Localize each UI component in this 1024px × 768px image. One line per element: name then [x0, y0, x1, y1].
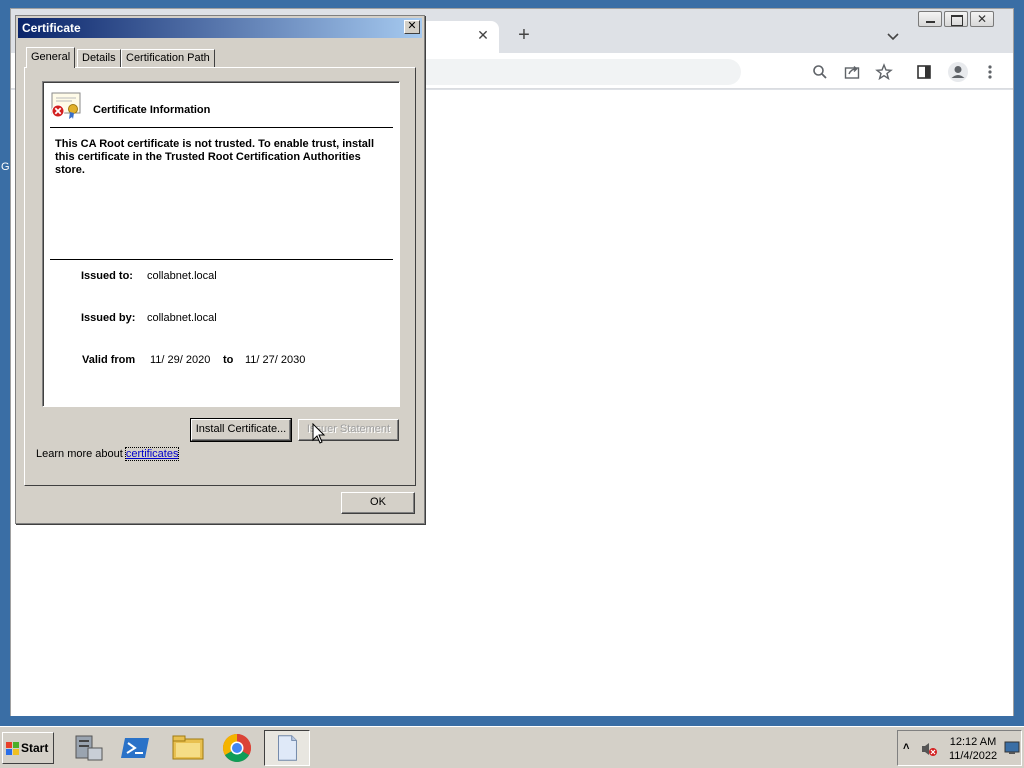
tab-search-chevron-icon[interactable] — [885, 29, 901, 45]
dialog-close-button[interactable]: ✕ — [404, 20, 420, 34]
notepad-icon[interactable] — [264, 730, 310, 766]
issued-by-label: Issued by: — [81, 312, 136, 324]
valid-to-label: to — [223, 354, 234, 366]
install-certificate-button[interactable]: Install Certificate... — [190, 418, 292, 442]
bookmark-star-icon[interactable] — [875, 63, 893, 81]
issued-to-value: collabnet.local — [147, 270, 217, 282]
tab-details[interactable]: Details — [77, 49, 121, 67]
search-icon[interactable] — [811, 63, 829, 81]
tab-certification-path[interactable]: Certification Path — [121, 49, 215, 67]
windows-flag-icon — [6, 742, 19, 755]
profile-avatar-icon[interactable] — [947, 61, 969, 83]
tab-close-icon[interactable]: ✕ — [475, 27, 491, 43]
taskbar: Start ˄ 12:12 AM 11/4/2022 — [0, 726, 1024, 768]
system-tray: ˄ 12:12 AM 11/4/2022 — [897, 730, 1022, 766]
powershell-icon[interactable] — [115, 730, 159, 766]
certificate-dialog: Certificate ✕ General Details Certificat… — [15, 15, 425, 524]
divider — [50, 127, 393, 128]
minimize-button[interactable] — [918, 11, 942, 27]
valid-from-label: Valid from — [82, 354, 136, 366]
certificates-link[interactable]: certificates — [124, 447, 180, 461]
window-controls: ✕ — [916, 11, 994, 29]
clock-time: 12:12 AM — [949, 736, 997, 748]
show-hidden-icons-icon[interactable]: ˄ — [903, 741, 909, 753]
share-icon[interactable] — [843, 63, 861, 81]
clock-date: 11/4/2022 — [948, 750, 998, 762]
show-desktop-icon[interactable] — [1004, 741, 1020, 755]
window-close-button[interactable]: ✕ — [970, 11, 994, 27]
dialog-titlebar[interactable]: Certificate ✕ — [18, 18, 422, 38]
desktop-icon-label: G — [1, 161, 10, 173]
chrome-icon[interactable] — [215, 730, 259, 766]
browser-menu-icon[interactable] — [981, 63, 999, 81]
clock[interactable]: 12:12 AM 11/4/2022 — [943, 735, 1003, 763]
learn-more-text: Learn more about certificates — [36, 447, 180, 461]
divider — [50, 259, 393, 260]
new-tab-button[interactable]: + — [513, 25, 535, 47]
untrusted-warning-text: This CA Root certificate is not trusted.… — [55, 138, 375, 176]
volume-muted-icon[interactable] — [920, 741, 938, 757]
file-explorer-icon[interactable] — [166, 730, 210, 766]
address-bar[interactable] — [391, 59, 741, 85]
issued-to-label: Issued to: — [81, 270, 133, 282]
certificate-error-icon — [51, 92, 81, 119]
side-panel-icon[interactable] — [915, 63, 933, 81]
valid-from-value: 11/ 29/ 2020 — [150, 354, 211, 366]
tab-general[interactable]: General — [26, 47, 76, 68]
maximize-button[interactable] — [944, 11, 968, 27]
valid-to-value: 11/ 27/ 2030 — [245, 354, 306, 366]
certificate-info-heading: Certificate Information — [93, 104, 211, 116]
start-label: Start — [21, 741, 49, 755]
certificate-info-box: Certificate Information This CA Root cer… — [42, 81, 400, 407]
start-button[interactable]: Start — [2, 732, 54, 764]
server-manager-icon[interactable] — [66, 730, 110, 766]
ok-button[interactable]: OK — [341, 492, 415, 514]
dialog-title: Certificate — [22, 21, 81, 35]
mouse-cursor-icon — [312, 423, 326, 444]
learn-more-prefix: Learn more about — [36, 448, 126, 460]
issued-by-value: collabnet.local — [147, 312, 217, 324]
